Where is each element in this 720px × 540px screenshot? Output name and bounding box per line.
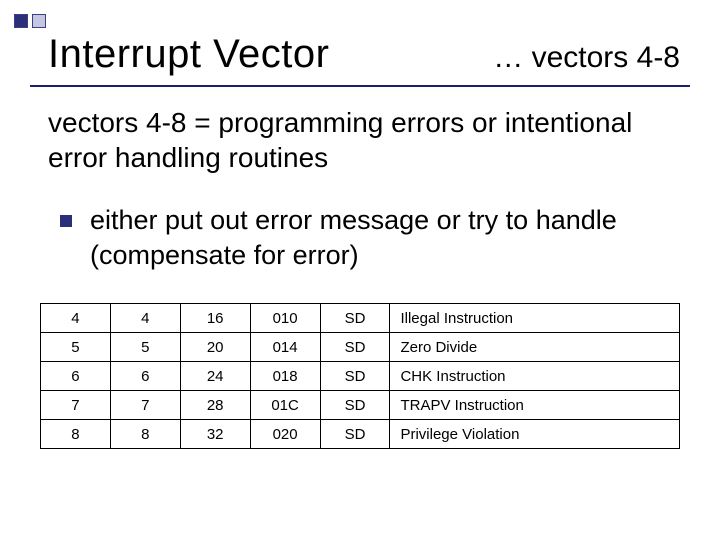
cell-vec-num: 5 — [110, 333, 180, 362]
cell-description: Illegal Instruction — [390, 304, 680, 333]
cell-description: Zero Divide — [390, 333, 680, 362]
cell-offset-hex: 010 — [250, 304, 320, 333]
cell-offset-dec: 28 — [180, 391, 250, 420]
cell-vec-num: 7 — [110, 391, 180, 420]
square-icon — [14, 14, 28, 28]
vector-table: 4 4 16 010 SD Illegal Instruction 5 5 20… — [40, 303, 680, 449]
table-row: 4 4 16 010 SD Illegal Instruction — [41, 304, 680, 333]
bullet-item: either put out error message or try to h… — [60, 203, 680, 273]
cell-offset-hex: 018 — [250, 362, 320, 391]
square-icon — [32, 14, 46, 28]
slide: Interrupt Vector … vectors 4-8 vectors 4… — [0, 0, 720, 540]
cell-vec-dec: 8 — [41, 420, 111, 449]
cell-vec-num: 4 — [110, 304, 180, 333]
cell-offset-dec: 20 — [180, 333, 250, 362]
slide-subtitle: … vectors 4-8 — [493, 41, 680, 75]
cell-vec-dec: 5 — [41, 333, 111, 362]
cell-description: CHK Instruction — [390, 362, 680, 391]
table-row: 6 6 24 018 SD CHK Instruction — [41, 362, 680, 391]
bullet-icon — [60, 215, 72, 227]
cell-space: SD — [320, 333, 390, 362]
corner-decoration — [14, 14, 46, 28]
cell-space: SD — [320, 420, 390, 449]
cell-offset-hex: 020 — [250, 420, 320, 449]
bullet-text: either put out error message or try to h… — [90, 203, 680, 273]
table-row: 5 5 20 014 SD Zero Divide — [41, 333, 680, 362]
cell-vec-dec: 6 — [41, 362, 111, 391]
cell-space: SD — [320, 391, 390, 420]
cell-vec-num: 8 — [110, 420, 180, 449]
cell-offset-dec: 24 — [180, 362, 250, 391]
table-row: 7 7 28 01C SD TRAPV Instruction — [41, 391, 680, 420]
cell-description: TRAPV Instruction — [390, 391, 680, 420]
title-row: Interrupt Vector … vectors 4-8 — [48, 32, 680, 77]
cell-vec-dec: 7 — [41, 391, 111, 420]
cell-offset-dec: 16 — [180, 304, 250, 333]
table-row: 8 8 32 020 SD Privilege Violation — [41, 420, 680, 449]
intro-text: vectors 4-8 = programming errors or inte… — [48, 105, 680, 175]
cell-offset-dec: 32 — [180, 420, 250, 449]
slide-title: Interrupt Vector — [48, 32, 329, 77]
cell-vec-dec: 4 — [41, 304, 111, 333]
cell-offset-hex: 01C — [250, 391, 320, 420]
divider — [30, 85, 690, 87]
cell-offset-hex: 014 — [250, 333, 320, 362]
cell-space: SD — [320, 304, 390, 333]
cell-vec-num: 6 — [110, 362, 180, 391]
cell-description: Privilege Violation — [390, 420, 680, 449]
cell-space: SD — [320, 362, 390, 391]
